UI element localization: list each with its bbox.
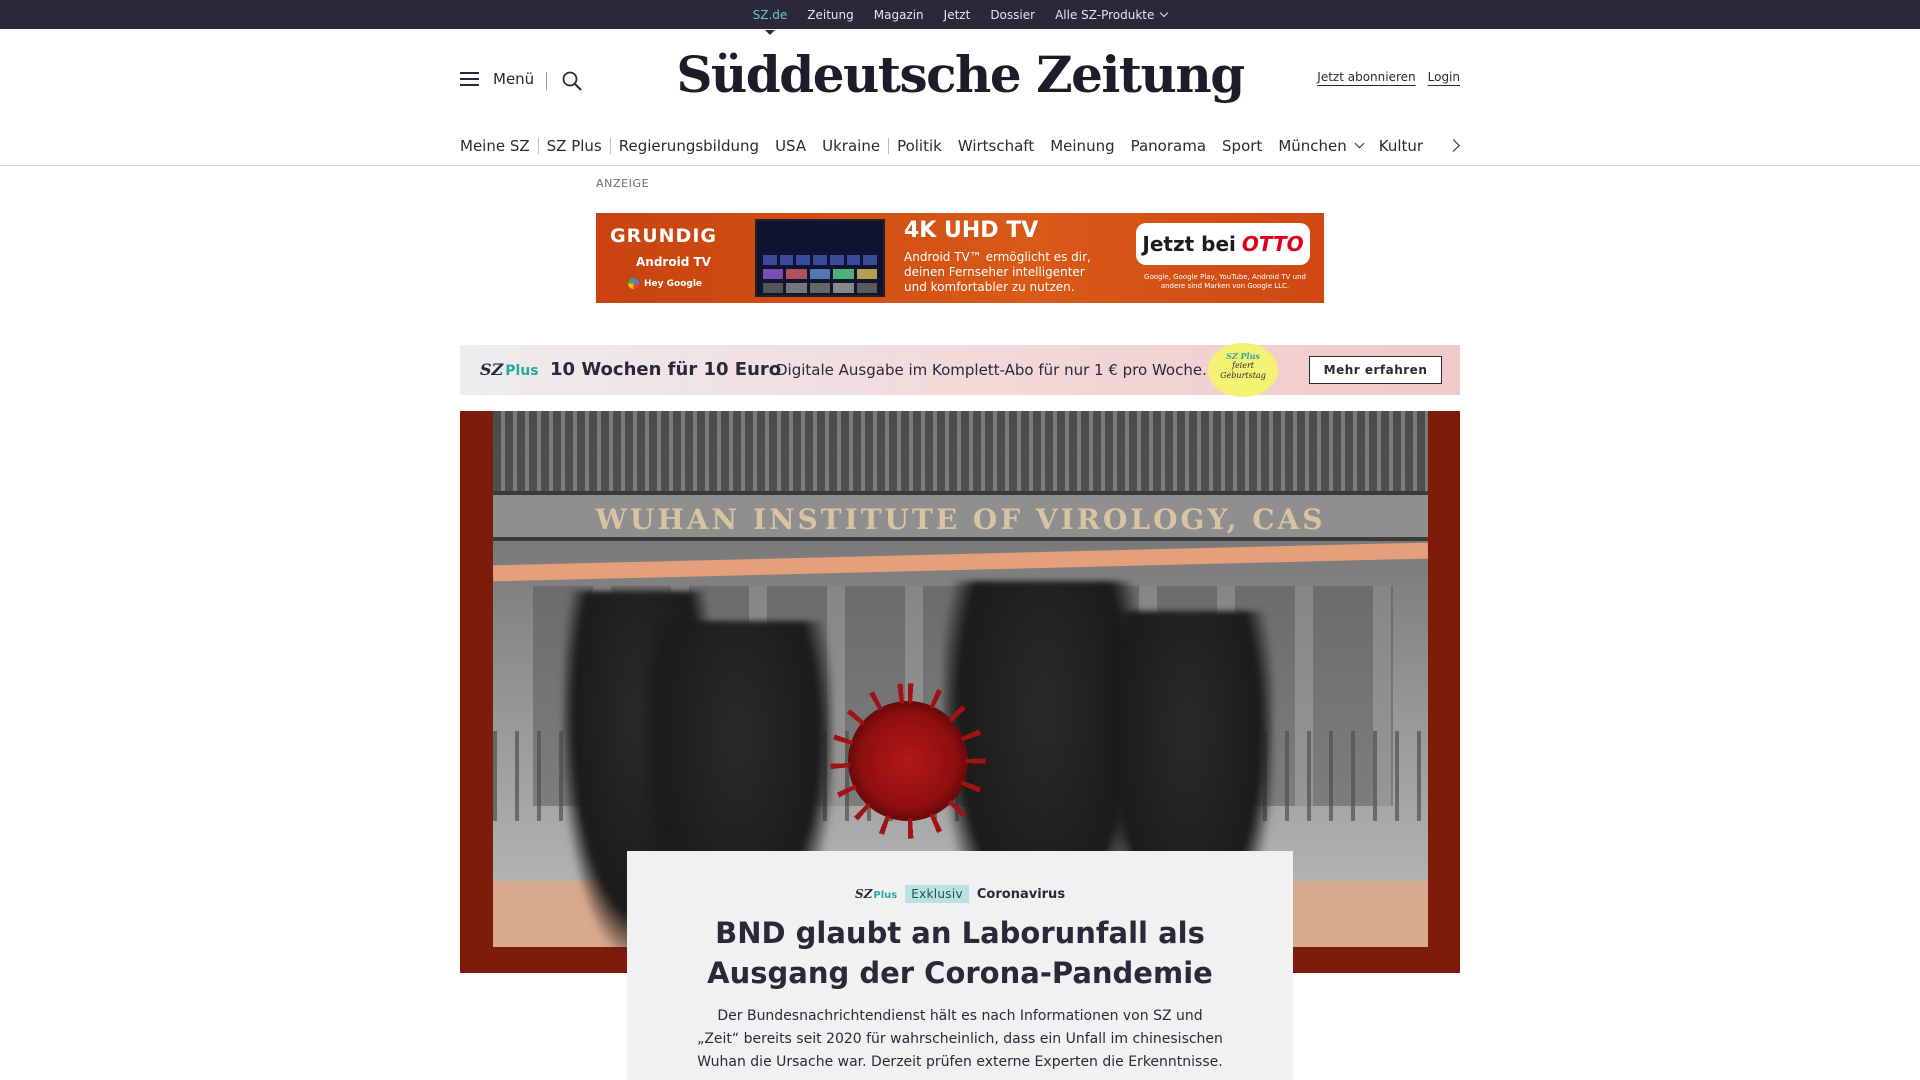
- topbar-products-dropdown[interactable]: Alle SZ-Produkte: [1055, 7, 1169, 22]
- article-topic[interactable]: Coronavirus: [977, 887, 1065, 902]
- badge-line-1: SZ Plus: [1226, 351, 1260, 361]
- top-product-bar: SZ.de Zeitung Magazin Jetzt Dossier Alle…: [0, 0, 1920, 35]
- topbar-link-magazin[interactable]: Magazin: [874, 8, 924, 22]
- section-nav: Meine SZ SZ Plus Regierungsbildung USA U…: [460, 128, 1460, 164]
- article-headline[interactable]: BND glaubt an Laborunfall als Ausgang de…: [680, 913, 1240, 993]
- sz-plus-logo: SZ Plus: [480, 360, 539, 379]
- nav-item-wirtschaft[interactable]: Wirtschaft: [950, 137, 1042, 155]
- nav-item-muenchen[interactable]: München: [1270, 137, 1370, 155]
- ad-cta-prefix: Jetzt bei: [1142, 232, 1236, 256]
- sz-plus-logo-sz: SZ: [480, 360, 504, 379]
- nav-item-ukraine[interactable]: Ukraine: [814, 137, 888, 155]
- nav-item-kultur[interactable]: Kultur: [1371, 137, 1431, 155]
- chevron-down-icon: [1354, 138, 1365, 148]
- nav-item-meinung[interactable]: Meinung: [1042, 137, 1122, 155]
- chevron-down-icon: [1160, 8, 1169, 17]
- ad-copy: Android TV™ ermöglicht es dir, deinen Fe…: [904, 250, 1091, 294]
- sz-plus-promo-banner[interactable]: SZ Plus 10 Wochen für 10 Euro Digitale Au…: [460, 343, 1460, 397]
- sz-plus-logo-plus: Plus: [505, 363, 539, 379]
- topbar-link-dossier[interactable]: Dossier: [990, 8, 1035, 22]
- nav-item-muenchen-label: München: [1278, 137, 1347, 155]
- google-assistant-icon: [628, 278, 639, 289]
- login-link[interactable]: Login: [1428, 70, 1460, 84]
- institute-sign: WUHAN INSTITUTE OF VIROLOGY, CAS: [595, 503, 1326, 536]
- topbar-link-szde[interactable]: SZ.de: [753, 8, 787, 35]
- ad-label: ANZEIGE: [596, 177, 650, 190]
- nav-divider: [0, 165, 1920, 166]
- ad-assistant-label: Hey Google: [644, 278, 703, 289]
- ad-assistant: Hey Google: [628, 278, 702, 289]
- badge-line-3: Geburtstag: [1220, 371, 1266, 380]
- virus-graphic: [848, 701, 968, 821]
- ad-banner[interactable]: GRUNDIG Android TV Hey Google 4K UHD TV …: [596, 213, 1324, 303]
- topbar-products-label: Alle SZ-Produkte: [1055, 7, 1155, 22]
- nav-item-sport[interactable]: Sport: [1214, 137, 1270, 155]
- ad-headline: 4K UHD TV: [904, 218, 1039, 243]
- sz-plus-mark-sz: SZ: [854, 887, 873, 901]
- ad-platform: Android TV: [636, 255, 711, 269]
- subscribe-link[interactable]: Jetzt abonnieren: [1317, 70, 1415, 84]
- learn-more-button[interactable]: Mehr erfahren: [1309, 356, 1442, 384]
- otto-logo: OTTO: [1241, 232, 1304, 256]
- promo-subtitle: Digitale Ausgabe im Komplett-Abo für nur…: [776, 361, 1207, 379]
- promo-title: 10 Wochen für 10 Euro: [550, 359, 782, 380]
- account-links: Jetzt abonnieren Login: [1317, 70, 1460, 84]
- birthday-badge: SZ Plus feiert Geburtstag: [1208, 343, 1278, 397]
- site-header: Menü Süddeutsche Zeitung Jetzt abonniere…: [460, 29, 1460, 129]
- topbar-link-zeitung[interactable]: Zeitung: [807, 8, 853, 22]
- article-teaser: Der Bundesnachrichtendienst hält es nach…: [697, 1008, 1223, 1070]
- article-kicker: SZPlus Exklusiv Coronavirus: [627, 885, 1293, 903]
- sz-plus-mark-plus: Plus: [873, 890, 898, 901]
- badge-line-2: feiert: [1231, 361, 1255, 370]
- ad-cta-button[interactable]: Jetzt bei OTTO: [1136, 223, 1310, 265]
- nav-item-politik[interactable]: Politik: [889, 137, 950, 155]
- ad-fineprint: Google, Google Play, YouTube, Android TV…: [1144, 273, 1306, 290]
- nav-item-panorama[interactable]: Panorama: [1123, 137, 1214, 155]
- exclusive-badge: Exklusiv: [905, 885, 969, 903]
- tv-image: [755, 219, 885, 297]
- sz-plus-mark: SZPlus: [855, 887, 897, 901]
- lead-article-card[interactable]: SZPlus Exklusiv Coronavirus BND glaubt a…: [627, 851, 1293, 1080]
- ad-brand: GRUNDIG: [610, 225, 717, 247]
- topbar-link-jetzt[interactable]: Jetzt: [944, 8, 971, 22]
- nav-item-regierungsbildung[interactable]: Regierungsbildung: [611, 137, 767, 155]
- nav-item-meine-sz[interactable]: Meine SZ: [460, 137, 538, 155]
- nav-item-sz-plus[interactable]: SZ Plus: [539, 137, 610, 155]
- nav-item-usa[interactable]: USA: [767, 137, 814, 155]
- chevron-right-icon[interactable]: [1447, 139, 1460, 152]
- site-logo[interactable]: Süddeutsche Zeitung: [460, 45, 1460, 104]
